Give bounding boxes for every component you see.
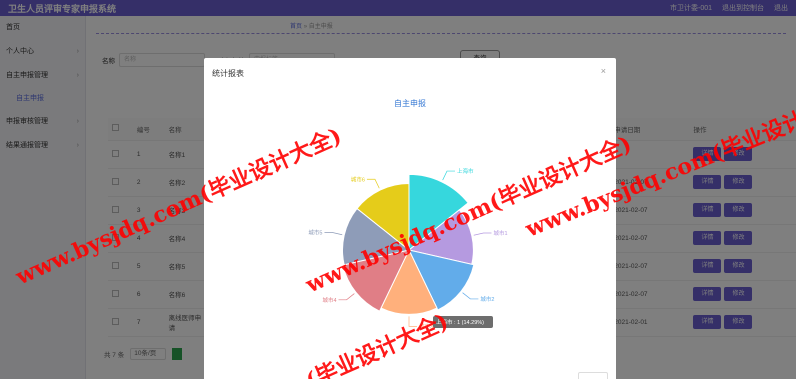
- pie-label: 城市6: [351, 175, 365, 183]
- dialog-footer-button[interactable]: [578, 372, 608, 379]
- pie-label: 城市1: [493, 229, 507, 237]
- pie-label-line: [366, 178, 380, 189]
- pie-label: 城市2: [480, 295, 494, 303]
- pie-label-line: [324, 232, 343, 236]
- pie-label-line: [462, 292, 479, 300]
- chart-tooltip: 上海市 : 1 (14.29%): [433, 316, 493, 328]
- pie-label: 上海市: [457, 167, 474, 175]
- tooltip-text: 上海市 : 1 (14.29%): [436, 318, 484, 326]
- pie-label-line: [442, 170, 456, 181]
- pie-label-line: [473, 232, 492, 236]
- statistics-dialog: 统计报表 × 自主申报 上海市 城市1 城市2 城市3 城市4 城市5 城市6 上海市 : 1…: [204, 58, 616, 379]
- pie-label: 城市5: [308, 229, 322, 237]
- pie-label-line: [338, 293, 355, 301]
- pie-label: 城市3: [419, 322, 433, 330]
- pie-label-line: [408, 316, 417, 327]
- pie-label: 城市4: [322, 296, 336, 304]
- pie-chart: 上海市城市1 城市2 城市3 城市4 城市5 城市6 上海市 : 1 (14.29%): [308, 167, 507, 330]
